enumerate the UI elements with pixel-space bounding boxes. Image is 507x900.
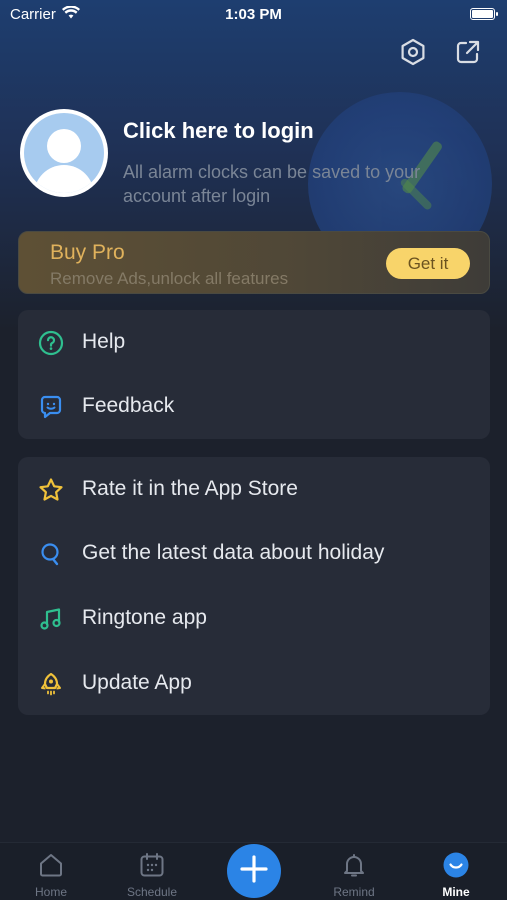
- menu-item-update[interactable]: Update App: [18, 651, 490, 715]
- home-icon: [37, 851, 65, 879]
- menu-item-label: Help: [82, 330, 126, 353]
- menu-item-rate[interactable]: Rate it in the App Store: [18, 457, 490, 521]
- calendar-icon: [138, 851, 166, 879]
- status-time: 1:03 PM: [225, 6, 282, 23]
- rocket-icon: [38, 671, 64, 697]
- feedback-icon: [38, 394, 64, 420]
- menu-item-ringtone[interactable]: Ringtone app: [18, 586, 490, 650]
- smile-face-icon: [442, 851, 470, 879]
- status-bar: Carrier 1:03 PM: [0, 0, 507, 28]
- plus-icon: [239, 854, 269, 889]
- share-external-icon[interactable]: [452, 36, 484, 68]
- get-it-button[interactable]: Get it: [386, 248, 470, 279]
- tab-label: Schedule: [126, 885, 178, 899]
- menu-item-holiday[interactable]: Get the latest data about holiday: [18, 521, 490, 585]
- hexagon-gear-icon[interactable]: [397, 36, 429, 68]
- buy-pro-subtitle: Remove Ads,unlock all features: [50, 269, 289, 288]
- login-subtitle: All alarm clocks can be saved to your ac…: [123, 162, 421, 206]
- menu-item-label: Update App: [82, 671, 192, 694]
- avatar[interactable]: [20, 109, 108, 197]
- help-circle-icon: [38, 330, 64, 356]
- tab-label: Mine: [442, 885, 470, 899]
- add-button[interactable]: [227, 844, 281, 898]
- buy-pro-title: Buy Pro: [50, 241, 125, 264]
- music-note-icon: [38, 606, 64, 632]
- buy-pro-banner[interactable]: Buy Pro Remove Ads,unlock all features G…: [18, 231, 490, 294]
- tab-mine[interactable]: Mine: [416, 843, 496, 900]
- tab-label: Remind: [333, 885, 375, 899]
- login-title[interactable]: Click here to login: [123, 118, 314, 144]
- menu-item-label: Rate it in the App Store: [82, 477, 298, 500]
- menu-item-label: Ringtone app: [82, 606, 207, 629]
- tab-home[interactable]: Home: [11, 843, 91, 900]
- menu-item-label: Get the latest data about holiday: [82, 541, 385, 564]
- search-icon: [38, 541, 64, 567]
- star-icon: [38, 477, 64, 503]
- menu-item-feedback[interactable]: Feedback: [18, 374, 490, 438]
- menu-item-help[interactable]: Help: [18, 310, 490, 374]
- default-user-icon: [24, 113, 104, 193]
- menu-item-label: Feedback: [82, 394, 175, 417]
- tab-label: Home: [34, 885, 67, 899]
- bell-icon: [340, 851, 368, 879]
- menu-card-more: Rate it in the App Store Get the latest …: [18, 457, 490, 715]
- tab-remind[interactable]: Remind: [314, 843, 394, 900]
- menu-card-support: Help Feedback: [18, 310, 490, 439]
- battery-icon: [470, 8, 498, 20]
- tab-schedule[interactable]: Schedule: [112, 843, 192, 900]
